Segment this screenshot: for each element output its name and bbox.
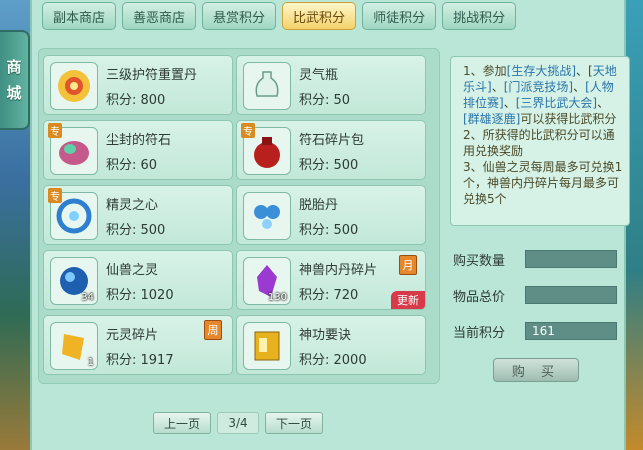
tab-karma-shop[interactable]: 善恶商店 [122,2,197,30]
item-count: 34 [81,292,94,303]
item-name: 三级护符重置丹 [106,68,198,83]
points-value: 161 [525,322,617,340]
tab-mentor-points[interactable]: 师徒积分 [362,2,437,30]
item-score: 积分: 500 [299,158,359,173]
tab-dungeon-shop[interactable]: 副本商店 [42,2,117,30]
info-text: 、 [573,80,586,94]
item-name: 尘封的符石 [106,133,172,148]
quantity-input[interactable] [525,250,617,268]
info-text: 、 [597,96,610,110]
item-name: 神功要诀 [299,328,352,343]
info-text: 、 [491,80,504,94]
item-score: 积分: 500 [299,223,359,238]
info-text: 可以获得比武积分 [520,112,617,126]
mall-tab-char-2: 城 [6,84,22,102]
item-score: 积分: 60 [106,158,158,173]
item-name: 元灵碎片 [106,328,159,343]
item-count: 130 [267,292,287,303]
item-name: 精灵之心 [106,198,159,213]
item-name: 仙兽之灵 [106,263,159,278]
item-score: 积分: 800 [106,93,166,108]
mall-side-tab[interactable]: 商 城 [0,30,30,130]
item-name: 符石碎片包 [299,133,365,148]
total-value [525,286,617,304]
quantity-row: 购买数量 [453,249,617,269]
tab-arena-points[interactable]: 比武积分 [282,2,357,30]
new-tag: 更新 [391,291,425,309]
exclusive-badge: 专 [48,188,62,203]
info-link-qunxiong[interactable]: [群雄逐鹿] [463,112,520,126]
gold-shard-icon: 1 [50,322,98,370]
item-score: 积分: 1020 [106,288,174,303]
blue-pill-icon [243,192,291,240]
blue-orb-icon: 34 [50,257,98,305]
info-text: 3、仙兽之灵每周最多可兑换1个，神兽内丹碎片每月最多可兑换5个 [463,160,623,206]
next-page-button[interactable]: 下一页 [265,412,324,434]
tab-bounty-points[interactable]: 悬赏积分 [202,2,277,30]
item-score: 积分: 2000 [299,353,367,368]
pagination: 上一页 3/4 下一页 [153,412,324,434]
info-link-sanjie[interactable]: [三界比武大会] [516,96,597,110]
item-count: 1 [87,357,94,368]
item-card[interactable]: 灵气瓶 积分: 50 [236,55,426,115]
quantity-label: 购买数量 [453,253,506,269]
item-score: 积分: 1917 [106,353,174,368]
item-card[interactable]: 34 仙兽之灵 积分: 1020 [43,250,233,310]
weekly-limit-tag: 周 [204,320,222,340]
buy-button[interactable]: 购 买 [493,358,579,382]
exclusive-badge: 专 [48,123,62,138]
golden-flower-icon [50,62,98,110]
purple-crystal-icon: 130 [243,257,291,305]
info-text: 、[ [576,64,593,78]
item-card[interactable]: 1 元灵碎片 积分: 1917 周 [43,315,233,375]
info-text: 、 [503,96,516,110]
golden-book-icon [243,322,291,370]
info-link-survival[interactable]: [生存大挑战] [507,64,576,78]
info-text: 1、参加 [463,64,507,78]
monthly-limit-tag: 月 [399,255,417,275]
item-card[interactable]: 神功要诀 积分: 2000 [236,315,426,375]
info-link-sect-arena[interactable]: [门派竞技场] [504,80,573,94]
shop-tabs: 副本商店 善恶商店 悬赏积分 比武积分 师徒积分 挑战积分 [42,2,517,32]
tab-challenge-points[interactable]: 挑战积分 [442,2,517,30]
info-text: 2、所获得的比武积分可以通用兑换奖励 [463,128,615,158]
item-score: 积分: 720 [299,288,359,303]
item-card[interactable]: 三级护符重置丹 积分: 800 [43,55,233,115]
item-name: 神兽内丹碎片 [299,263,378,278]
item-score: 积分: 500 [106,223,166,238]
prev-page-button[interactable]: 上一页 [153,412,212,434]
points-label: 当前积分 [453,325,506,341]
exclusive-badge: 专 [241,123,255,138]
page-indicator: 3/4 [217,412,260,434]
item-card[interactable]: 专 符石碎片包 积分: 500 [236,120,426,180]
points-row: 当前积分 161 [453,321,617,341]
item-card[interactable]: 专 精灵之心 积分: 500 [43,185,233,245]
rules-info-box: 1、参加[生存大挑战]、[天地乐斗]、[门派竞技场]、[人物排位赛]、[三界比武… [450,56,630,226]
item-score: 积分: 50 [299,93,351,108]
total-row: 物品总价 [453,285,617,305]
total-label: 物品总价 [453,289,506,305]
item-card[interactable]: 130 神兽内丹碎片 积分: 720 月 更新 [236,250,426,310]
item-name: 脱胎丹 [299,198,339,213]
item-card[interactable]: 专 尘封的符石 积分: 60 [43,120,233,180]
jade-vase-icon [243,62,291,110]
item-card[interactable]: 脱胎丹 积分: 500 [236,185,426,245]
mall-tab-char-1: 商 [6,58,22,76]
item-name: 灵气瓶 [299,68,339,83]
